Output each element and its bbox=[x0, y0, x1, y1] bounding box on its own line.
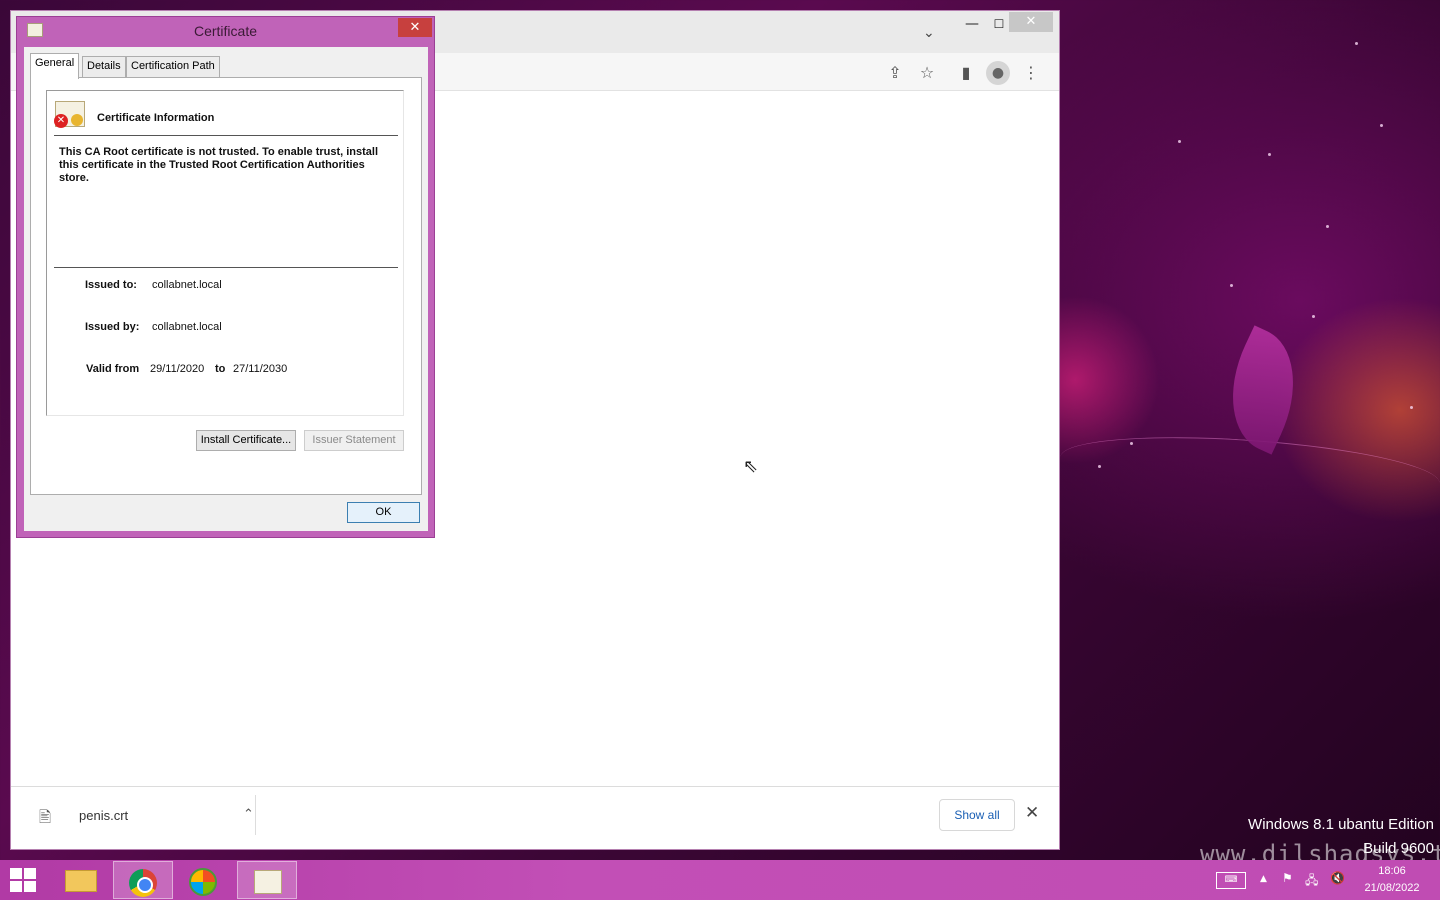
folder-icon bbox=[65, 870, 97, 892]
divider bbox=[54, 135, 398, 136]
info-title: Certificate Information bbox=[97, 112, 215, 124]
valid-from-value: 29/11/2020 bbox=[150, 363, 205, 375]
download-filename: penis.crt bbox=[79, 808, 129, 823]
download-separator bbox=[255, 795, 256, 835]
show-all-button[interactable]: Show all bbox=[939, 799, 1015, 831]
wallpaper-leaf bbox=[1208, 325, 1318, 455]
close-button[interactable]: ✕ bbox=[1009, 12, 1053, 32]
issued-by-label: Issued by: bbox=[85, 321, 140, 333]
chevron-up-icon[interactable]: ⌃ bbox=[243, 807, 254, 822]
wallpaper-star bbox=[1326, 225, 1329, 228]
download-bar: 🖹 penis.crt ⌃ Show all ✕ bbox=[11, 786, 1059, 844]
clock-date[interactable]: 21/08/2022 bbox=[1356, 882, 1428, 894]
tab-search-icon[interactable]: ⌄ bbox=[923, 25, 935, 41]
error-x-icon: ✕ bbox=[54, 114, 68, 128]
wallpaper-star bbox=[1230, 284, 1233, 287]
media-player-icon bbox=[189, 868, 217, 896]
wallpaper-star bbox=[1380, 124, 1383, 127]
volume-muted-icon[interactable]: 🔇 bbox=[1330, 871, 1345, 885]
windows-logo-icon bbox=[24, 881, 36, 892]
wallpaper-star bbox=[1410, 406, 1413, 409]
start-button[interactable] bbox=[10, 868, 38, 894]
install-certificate-button[interactable]: Install Certificate... bbox=[196, 430, 296, 451]
taskbar-certificate[interactable] bbox=[237, 861, 297, 899]
taskbar-chrome[interactable] bbox=[113, 861, 173, 899]
more-icon[interactable]: ⋮ bbox=[1019, 61, 1043, 85]
issued-to-label: Issued to: bbox=[85, 279, 137, 291]
certificate-icon bbox=[254, 870, 282, 894]
clock-time[interactable]: 18:06 bbox=[1362, 865, 1422, 877]
dialog-close-button[interactable]: ✕ bbox=[398, 18, 432, 37]
keyboard-icon[interactable]: ⌨ bbox=[1216, 872, 1246, 889]
general-tab-panel: ✕ Certificate Information This CA Root c… bbox=[30, 77, 422, 495]
windows-logo-icon bbox=[10, 868, 22, 879]
side-panel-icon[interactable]: ▮ bbox=[954, 61, 978, 85]
seal-icon bbox=[71, 114, 83, 126]
mouse-cursor-icon: ⇖ bbox=[743, 456, 759, 477]
trust-message: This CA Root certificate is not trusted.… bbox=[59, 146, 379, 184]
wallpaper-star bbox=[1268, 153, 1271, 156]
chrome-icon bbox=[129, 869, 157, 897]
action-center-flag-icon[interactable]: ⚑ bbox=[1282, 871, 1293, 885]
valid-to-value: 27/11/2030 bbox=[233, 363, 288, 375]
valid-to-label: to bbox=[215, 363, 226, 375]
certificate-dialog: Certificate ✕ General Details Certificat… bbox=[16, 16, 435, 538]
tab-general[interactable]: General bbox=[30, 53, 80, 79]
taskbar: ⌨ ▲ ⚑ 🖧 🔇 18:06 21/08/2022 bbox=[0, 860, 1440, 900]
tab-details[interactable]: Details bbox=[82, 56, 126, 77]
minimize-button[interactable]: — bbox=[961, 15, 983, 33]
certificate-info-box: ✕ Certificate Information This CA Root c… bbox=[46, 90, 404, 416]
wallpaper-star bbox=[1312, 315, 1315, 318]
maximize-button[interactable]: ☐ bbox=[988, 15, 1010, 33]
wallpaper-star bbox=[1355, 42, 1358, 45]
untrusted-certificate-icon: ✕ bbox=[54, 101, 85, 128]
wallpaper-star bbox=[1178, 140, 1181, 143]
windows-logo-icon bbox=[24, 868, 36, 879]
network-icon[interactable]: 🖧 bbox=[1305, 871, 1318, 892]
download-item[interactable]: 🖹 penis.crt ⌃ bbox=[31, 801, 254, 831]
certificate-file-icon: 🖹 bbox=[39, 808, 52, 826]
close-download-bar-icon[interactable]: ✕ bbox=[1025, 803, 1039, 823]
edition-watermark: Windows 8.1 ubantu Edition bbox=[1248, 816, 1434, 833]
divider bbox=[54, 267, 398, 268]
star-icon[interactable]: ☆ bbox=[915, 61, 939, 85]
issued-by-value: collabnet.local bbox=[152, 321, 222, 333]
share-icon[interactable]: ⇪ bbox=[883, 61, 907, 85]
profile-icon[interactable]: ● bbox=[986, 61, 1010, 85]
dialog-title: Certificate bbox=[193, 23, 258, 39]
tab-certification-path[interactable]: Certification Path bbox=[126, 56, 220, 77]
dialog-client: General Details Certification Path ✕ Cer… bbox=[24, 47, 428, 531]
issued-to-value: collabnet.local bbox=[152, 279, 222, 291]
valid-from-label: Valid from bbox=[86, 363, 140, 375]
windows-logo-icon bbox=[10, 881, 22, 892]
tray-expand-icon[interactable]: ▲ bbox=[1260, 874, 1267, 884]
taskbar-media-player[interactable] bbox=[174, 861, 234, 899]
taskbar-file-explorer[interactable] bbox=[51, 861, 111, 899]
issuer-statement-button[interactable]: Issuer Statement bbox=[304, 430, 404, 451]
ok-button[interactable]: OK bbox=[347, 502, 420, 523]
